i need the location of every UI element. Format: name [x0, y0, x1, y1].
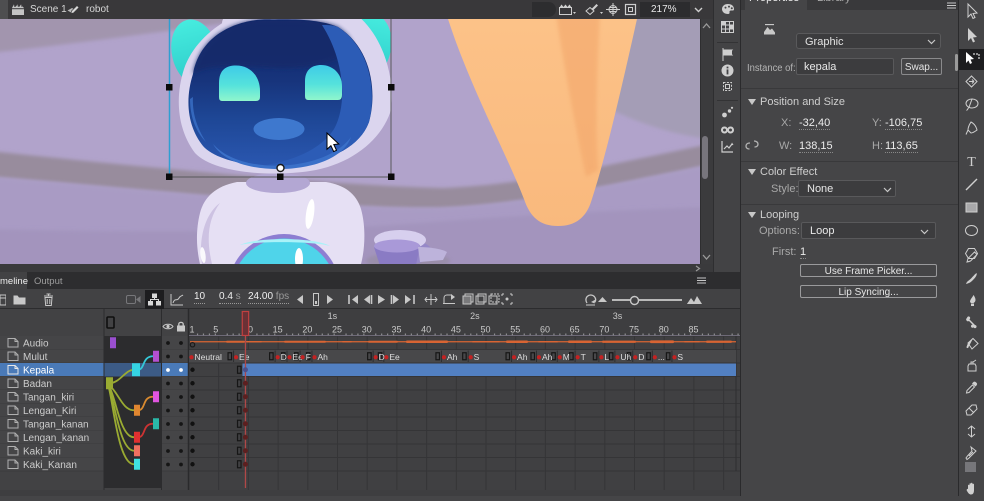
svg-text:Tangan_kanan: Tangan_kanan [23, 420, 89, 431]
svg-text:Ah: Ah [317, 352, 328, 362]
svg-text:Ah: Ah [542, 352, 553, 362]
svg-text:F: F [306, 352, 311, 362]
svg-text:Uh: Uh [620, 352, 631, 362]
svg-text:2s: 2s [470, 311, 480, 321]
svg-text:70: 70 [599, 325, 609, 335]
svg-text:55: 55 [510, 325, 520, 335]
svg-text:1: 1 [190, 325, 195, 335]
svg-text:Ee: Ee [389, 352, 400, 362]
svg-text:30: 30 [362, 325, 372, 335]
svg-text:M: M [563, 352, 570, 362]
svg-text:Audio: Audio [23, 339, 49, 350]
svg-text:20: 20 [302, 325, 312, 335]
svg-text:5: 5 [213, 325, 218, 335]
svg-text:40: 40 [421, 325, 431, 335]
svg-text:Ah: Ah [447, 352, 458, 362]
svg-text:65: 65 [570, 325, 580, 335]
svg-text:50: 50 [481, 325, 491, 335]
svg-text:Lengan_Kiri: Lengan_Kiri [23, 406, 76, 417]
svg-text:Ee: Ee [239, 352, 250, 362]
svg-text:...: ... [658, 352, 665, 362]
svg-text:35: 35 [391, 325, 401, 335]
svg-text:85: 85 [688, 325, 698, 335]
svg-text:T: T [581, 352, 586, 362]
svg-text:Mulut: Mulut [23, 352, 48, 363]
svg-text:S: S [677, 352, 683, 362]
svg-text:Neutral: Neutral [195, 352, 223, 362]
svg-text:T: T [967, 155, 976, 170]
svg-text:15: 15 [273, 325, 283, 335]
svg-text:D: D [638, 352, 644, 362]
svg-text:75: 75 [629, 325, 639, 335]
svg-text:3s: 3s [613, 311, 623, 321]
svg-text:80: 80 [659, 325, 669, 335]
svg-text:60: 60 [540, 325, 550, 335]
svg-text:Lengan_kanan: Lengan_kanan [23, 433, 89, 444]
svg-text:25: 25 [332, 325, 342, 335]
svg-text:1s: 1s [328, 311, 338, 321]
svg-text:Kaki_Kanan: Kaki_Kanan [23, 460, 77, 471]
svg-text:Kaki_kiri: Kaki_kiri [23, 447, 61, 458]
svg-text:D: D [379, 352, 385, 362]
svg-text:D: D [281, 352, 287, 362]
svg-text:Kepala: Kepala [23, 366, 55, 377]
svg-text:Ah: Ah [517, 352, 528, 362]
svg-text:L: L [604, 352, 609, 362]
svg-text:Tangan_kiri: Tangan_kiri [23, 393, 74, 404]
svg-text:Badan: Badan [23, 379, 52, 390]
svg-text:45: 45 [451, 325, 461, 335]
svg-text:S: S [474, 352, 480, 362]
